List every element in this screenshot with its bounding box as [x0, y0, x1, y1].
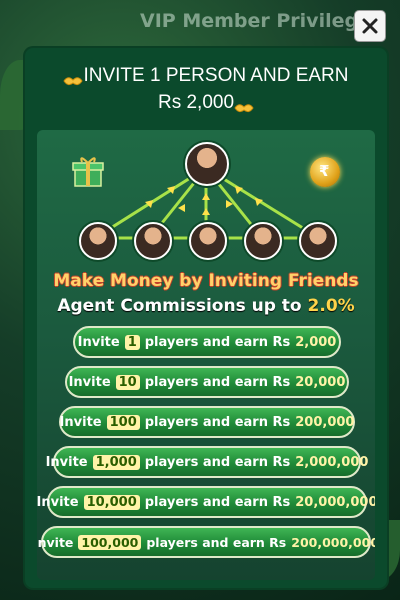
- tier-pill[interactable]: Invite 10 players and earn Rs 20,000: [65, 366, 349, 398]
- gift-icon: [71, 154, 105, 188]
- pill-mid: players and earn Rs: [146, 534, 287, 550]
- pill-amount: 20,000: [295, 374, 346, 390]
- pill-mid: players and earn Rs: [144, 494, 291, 510]
- pill-count: 1,000: [92, 454, 140, 470]
- pill-mid: players and earn Rs: [144, 334, 291, 350]
- pill-count: 1: [124, 334, 140, 350]
- avatar: [79, 222, 117, 260]
- avatar: [244, 222, 282, 260]
- pill-invite: Invite: [37, 494, 79, 510]
- pill-amount: 200,000: [295, 414, 355, 430]
- pill-invite: Invite: [37, 534, 74, 550]
- pill-invite: Invite: [45, 454, 88, 470]
- tier-pill[interactable]: Invite 1 players and earn Rs 2,000: [73, 326, 341, 358]
- coin-icon: ₹: [310, 157, 340, 187]
- invite-card: ₹ Make Money by Inviting Friends Agent C…: [37, 130, 375, 580]
- close-button[interactable]: [354, 10, 386, 42]
- pill-count: 100,000: [78, 534, 142, 550]
- pill-amount: 2,000: [295, 334, 337, 350]
- pill-amount: 20,000,000: [295, 494, 375, 510]
- headline: Make Money by Inviting Friends: [53, 271, 359, 291]
- tier-pill[interactable]: Invite 10,000 players and earn Rs 20,000…: [37, 486, 375, 518]
- avatar: [189, 222, 227, 260]
- subheadline-text: Agent Commissions up to: [57, 296, 302, 316]
- tier-pill[interactable]: Invite 1,000 players and earn Rs 2,000,0…: [46, 446, 368, 478]
- pill-mid: players and earn Rs: [144, 414, 291, 430]
- pill-invite: Invite: [68, 374, 111, 390]
- pill-count: 10,000: [83, 494, 140, 510]
- pill-invite: Invite: [77, 334, 120, 350]
- pill-mid: players and earn Rs: [144, 374, 291, 390]
- handshake-icon: [234, 96, 254, 113]
- pill-amount: 200,000,000: [291, 534, 375, 550]
- handshake-icon: [63, 69, 84, 86]
- coin-symbol: ₹: [319, 162, 330, 180]
- pill-count: 10: [115, 374, 140, 390]
- tier-pill[interactable]: Invite 100 players and earn Rs 200,000: [59, 406, 355, 438]
- close-icon: [362, 18, 378, 34]
- commission-percent: 2.0%: [307, 296, 355, 316]
- pill-invite: Invite: [59, 414, 102, 430]
- subheadline: Agent Commissions up to 2.0%: [37, 296, 375, 316]
- arrow-icon: [145, 186, 263, 215]
- pill-mid: players and earn Rs: [144, 454, 291, 470]
- modal-title-line2: Rs 2,000: [157, 92, 235, 113]
- avatar-top: [185, 142, 229, 186]
- modal-title-line1: INVITE 1 PERSON AND EARN: [83, 65, 349, 86]
- tier-pill[interactable]: Invite 100,000 players and earn Rs 200,0…: [37, 526, 375, 558]
- invite-modal: INVITE 1 PERSON AND EARN Rs 2,000 ₹ Make…: [25, 48, 387, 588]
- modal-title: INVITE 1 PERSON AND EARN Rs 2,000: [25, 62, 387, 116]
- avatar: [134, 222, 172, 260]
- pill-amount: 2,000,000: [295, 454, 369, 470]
- pill-count: 100: [106, 414, 140, 430]
- bg-header-title: VIP Member Privileges: [140, 10, 383, 32]
- avatar: [299, 222, 337, 260]
